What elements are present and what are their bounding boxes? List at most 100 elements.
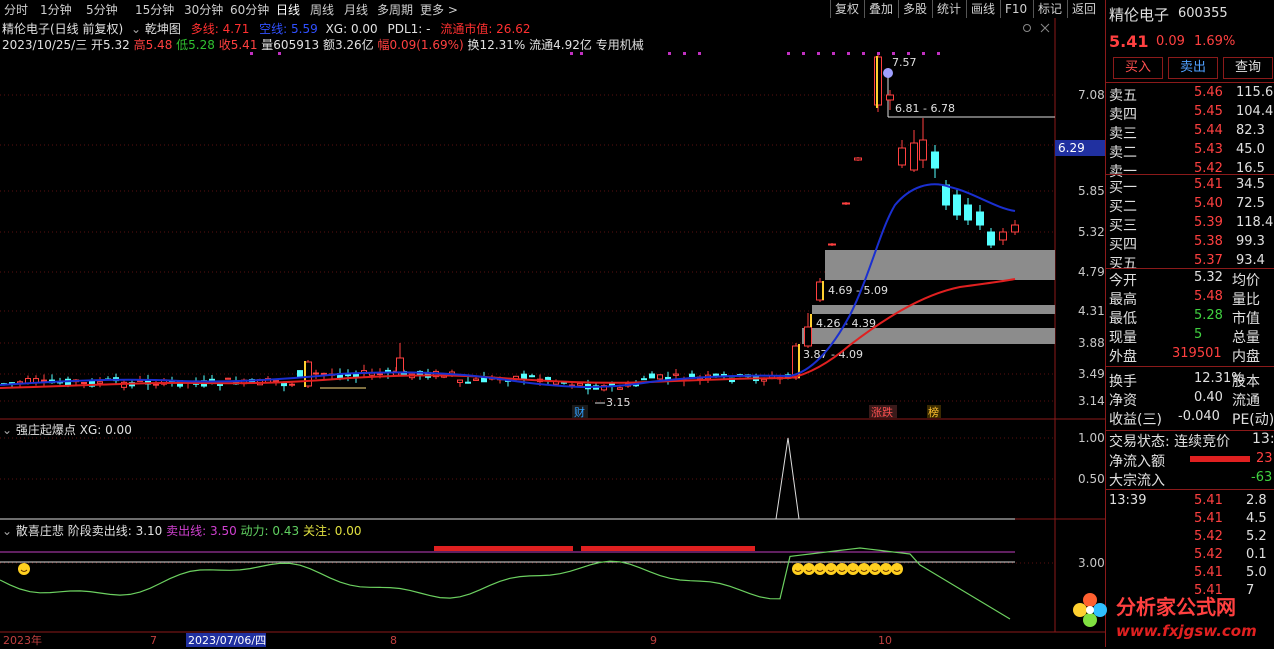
pane3-title[interactable]: 散喜庄悲 bbox=[16, 524, 64, 538]
tick-row: 5.41 4.5 bbox=[1106, 511, 1274, 530]
buy-button[interactable]: 买入 bbox=[1113, 57, 1163, 79]
tick-vol: 0.1 bbox=[1246, 547, 1267, 562]
stat-value: 0.40 bbox=[1194, 390, 1223, 405]
divider bbox=[1106, 366, 1274, 367]
tick-row: 13:39 5.41 2.8 bbox=[1106, 493, 1274, 512]
stat-right-label: 股本 bbox=[1232, 374, 1260, 390]
bid-label: 买四 bbox=[1109, 237, 1137, 253]
ask-vol: 45.0 bbox=[1236, 142, 1265, 157]
candle-body bbox=[953, 194, 961, 216]
price-axis: 7.08 5.85 5.32 4.79 4.31 3.88 3.49 3.14 … bbox=[1078, 88, 1105, 570]
bid-label: 买一 bbox=[1109, 180, 1137, 196]
ask-vol: 104.4 bbox=[1236, 104, 1274, 119]
stat-row: 今开 5.32 均价 bbox=[1106, 270, 1274, 289]
sell-button[interactable]: 卖出 bbox=[1168, 57, 1218, 79]
candle-body bbox=[457, 379, 463, 383]
marker-bang: 榜 bbox=[928, 405, 939, 419]
pane-collapse-icon[interactable]: ⌄ bbox=[2, 524, 12, 538]
candle-body bbox=[641, 378, 647, 381]
quote-pct: 1.69% bbox=[1194, 34, 1236, 49]
smiley-icon bbox=[792, 563, 804, 575]
stat-right-label: 内盘 bbox=[1232, 349, 1260, 365]
candle-body bbox=[854, 157, 862, 161]
ask-vol: 115.6 bbox=[1236, 85, 1274, 100]
ask-vol: 82.3 bbox=[1236, 123, 1265, 138]
stat-right-label: 量比 bbox=[1232, 292, 1260, 308]
stat-label: 今开 bbox=[1109, 273, 1137, 289]
tick-row: 5.41 5.0 bbox=[1106, 565, 1274, 584]
candle-body bbox=[898, 147, 906, 166]
bid-vol: 99.3 bbox=[1236, 234, 1265, 249]
axis-tick: 3.88 bbox=[1078, 336, 1105, 350]
ask-price: 5.44 bbox=[1194, 123, 1223, 138]
divider bbox=[1106, 174, 1274, 175]
signal-bar bbox=[434, 546, 573, 551]
ask-label: 卖三 bbox=[1109, 126, 1137, 142]
candle-body bbox=[649, 373, 655, 379]
bid-vol: 34.5 bbox=[1236, 177, 1265, 192]
signal-stick bbox=[810, 314, 812, 327]
stat-right-label: 均价 bbox=[1232, 273, 1260, 289]
candle-body bbox=[545, 376, 551, 381]
pane2-xg: XG: 0.00 bbox=[79, 423, 132, 437]
pane-collapse-icon[interactable]: ⌄ bbox=[2, 423, 12, 437]
ask-price: 5.45 bbox=[1194, 104, 1223, 119]
stat-row: 换手 12.31% 股本 bbox=[1106, 371, 1274, 390]
tick-row: 5.42 5.2 bbox=[1106, 529, 1274, 548]
quote-code: 600355 bbox=[1178, 6, 1228, 21]
smiley-icon bbox=[814, 563, 826, 575]
xaxis-month: 7 bbox=[150, 634, 157, 647]
bid-row: 买三 5.39 118.4 bbox=[1106, 215, 1274, 234]
tick-price: 5.41 bbox=[1194, 511, 1223, 526]
axis-tick: 0.50 bbox=[1078, 472, 1105, 486]
axis-tick: 7.08 bbox=[1078, 88, 1105, 102]
candle-body bbox=[942, 184, 950, 206]
quote-price-row: 5.41 0.09 1.69% bbox=[1106, 32, 1274, 51]
low-label: 3.15 bbox=[606, 396, 631, 409]
candle-body bbox=[931, 151, 939, 169]
ask-price: 5.43 bbox=[1194, 142, 1223, 157]
divider bbox=[1106, 82, 1274, 83]
tick-row: 5.42 0.1 bbox=[1106, 547, 1274, 566]
bid-row: 买一 5.41 34.5 bbox=[1106, 177, 1274, 196]
trade-status: 交易状态: 连续竞价 bbox=[1109, 434, 1231, 450]
tick-vol: 5.0 bbox=[1246, 565, 1267, 580]
signal-stick bbox=[876, 56, 878, 108]
candle-body bbox=[1011, 224, 1019, 233]
tick-vol: 4.5 bbox=[1246, 511, 1267, 526]
pane2-title[interactable]: 强庄起爆点 bbox=[16, 423, 76, 437]
zone1-label: 6.81 - 6.78 bbox=[895, 102, 955, 115]
smiley-group bbox=[18, 563, 903, 575]
candle-body bbox=[842, 202, 850, 205]
stat-row: 最高 5.48 量比 bbox=[1106, 289, 1274, 308]
pane3-header: ⌄ 散喜庄悲 阶段卖出线: 3.10 卖出线: 3.50 动力: 0.43 关注… bbox=[2, 522, 362, 539]
stat-right-label: PE(动) bbox=[1232, 412, 1274, 428]
candle-body bbox=[577, 382, 583, 386]
candle-body bbox=[761, 378, 767, 382]
block-label: 大宗流入 bbox=[1109, 473, 1165, 489]
query-button[interactable]: 查询 bbox=[1223, 57, 1273, 79]
peak-label: 7.57 bbox=[892, 56, 917, 69]
signal-stick bbox=[304, 361, 306, 387]
ask-price: 5.46 bbox=[1194, 85, 1223, 100]
stat-value: 5.28 bbox=[1194, 308, 1223, 323]
tick-time: 13:39 bbox=[1109, 493, 1147, 508]
stat-label: 换手 bbox=[1109, 374, 1137, 390]
candle-body bbox=[673, 373, 679, 376]
pane3-line4: 关注: 0.00 bbox=[302, 524, 362, 538]
candle-body bbox=[377, 373, 383, 376]
stat-label: 收益(三) bbox=[1109, 412, 1162, 428]
xg-spike bbox=[775, 437, 800, 520]
zone-band bbox=[825, 250, 1055, 280]
axis-tick: 3.14 bbox=[1078, 394, 1105, 408]
xaxis-month: 8 bbox=[390, 634, 397, 647]
quote-price: 5.41 bbox=[1109, 32, 1149, 51]
stat-label: 现量 bbox=[1109, 330, 1137, 346]
stat-label: 最高 bbox=[1109, 292, 1137, 308]
smiley-icon bbox=[847, 563, 859, 575]
kline-chart[interactable]: 7.08 5.85 5.32 4.79 4.31 3.88 3.49 3.14 … bbox=[0, 0, 1105, 647]
axis-tick: 4.31 bbox=[1078, 304, 1105, 318]
axis-tick: 1.00 bbox=[1078, 431, 1105, 445]
candle-body bbox=[689, 373, 695, 377]
candle-body bbox=[313, 372, 319, 375]
